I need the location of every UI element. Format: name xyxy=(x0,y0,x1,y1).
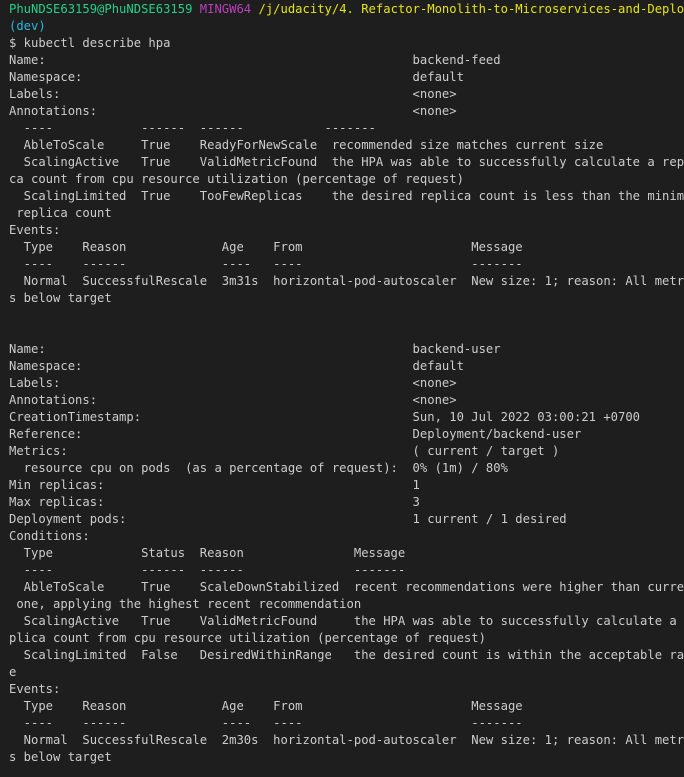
output-line: Labels: <none> xyxy=(9,376,457,390)
output-line: s below target xyxy=(9,291,112,305)
prompt-path: /j/udacity/4. Refactor-Monolith-to-Micro… xyxy=(258,2,684,16)
output-line: Min replicas: 1 xyxy=(9,478,420,492)
output-line: Reference: Deployment/backend-user xyxy=(9,427,582,441)
output-line: Type Status Reason Message xyxy=(9,546,406,560)
output-line: plica count from cpu resource utilizatio… xyxy=(9,631,486,645)
output-line: ScalingLimited True TooFewReplicas the d… xyxy=(9,189,684,203)
output-line: ---- ------ ---- ---- ------- xyxy=(9,716,523,730)
output-line: AbleToScale True ReadyForNewScale recomm… xyxy=(9,138,604,152)
output-line: Normal SuccessfulRescale 3m31s horizonta… xyxy=(9,274,684,288)
output-line: Type Reason Age From Message xyxy=(9,699,523,713)
output-line: ScalingLimited False DesiredWithinRange … xyxy=(9,648,684,662)
output-line: ScalingActive True ValidMetricFound the … xyxy=(9,614,684,628)
output-line: ---- ------ ------ ------- xyxy=(9,563,406,577)
prompt-user-host: PhuNDSE63159@PhuNDSE63159 xyxy=(9,2,193,16)
prompt-branch: (dev) xyxy=(9,19,46,33)
output-line: Labels: <none> xyxy=(9,87,457,101)
output-line: Metrics: ( current / target ) xyxy=(9,444,560,458)
output-line: Namespace: default xyxy=(9,70,464,84)
output-line: AbleToScale True ScaleDownStabilized rec… xyxy=(9,580,684,594)
output-line: Type Reason Age From Message xyxy=(9,240,523,254)
output-line: e xyxy=(9,665,17,679)
output-line: resource cpu on pods (as a percentage of… xyxy=(9,461,508,475)
output-line: Deployment pods: 1 current / 1 desired xyxy=(9,512,567,526)
output-line: ca count from cpu resource utilization (… xyxy=(9,172,464,186)
output-line: Events: xyxy=(9,682,61,696)
output-line: Namespace: default xyxy=(9,359,464,373)
output-line: CreationTimestamp: Sun, 10 Jul 2022 03:0… xyxy=(9,410,641,424)
command-line: $ kubectl describe hpa xyxy=(9,36,171,50)
prompt-line: PhuNDSE63159@PhuNDSE63159 MINGW64 /j/uda… xyxy=(9,1,684,18)
output-line: one, applying the highest recent recomme… xyxy=(9,597,362,611)
output-line: Annotations: <none> xyxy=(9,104,457,118)
terminal-window[interactable]: PhuNDSE63159@PhuNDSE63159 MINGW64 /j/uda… xyxy=(0,0,684,777)
output-line: replica count xyxy=(9,206,112,220)
output-line: Conditions: xyxy=(9,529,90,543)
output-line: s below target xyxy=(9,750,112,764)
output-line: Max replicas: 3 xyxy=(9,495,420,509)
output-line: Normal SuccessfulRescale 2m30s horizonta… xyxy=(9,733,684,747)
output-line: Name: backend-user xyxy=(9,342,501,356)
output-line: ---- ------ ------ ------- xyxy=(9,121,376,135)
prompt-shell: MINGW64 xyxy=(199,2,252,16)
output-line: Annotations: <none> xyxy=(9,393,457,407)
output-line: Name: backend-feed xyxy=(9,53,501,67)
output-line: ScalingActive True ValidMetricFound the … xyxy=(9,155,684,169)
output-line: ---- ------ ---- ---- ------- xyxy=(9,257,523,271)
output-line: Events: xyxy=(9,223,61,237)
